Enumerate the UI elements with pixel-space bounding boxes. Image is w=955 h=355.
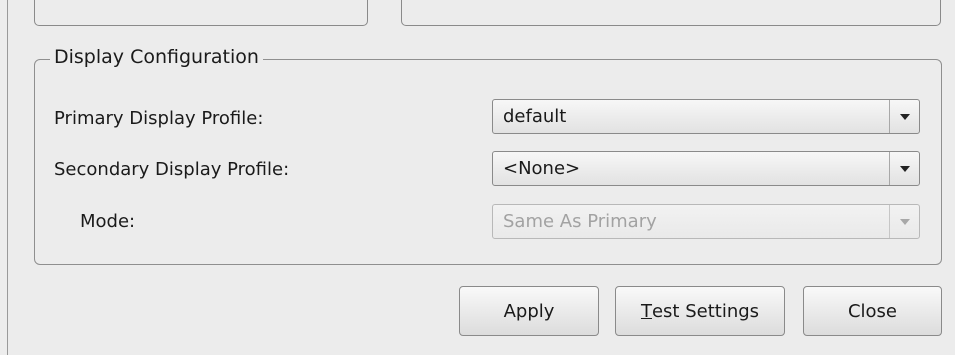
- primary-profile-select[interactable]: default: [492, 99, 920, 134]
- mode-dropdown-button: [889, 205, 919, 238]
- primary-profile-value: default: [503, 105, 567, 127]
- test-settings-button[interactable]: Test Settings: [615, 286, 785, 336]
- upper-right-panel: [401, 0, 941, 26]
- mode-label: Mode:: [80, 211, 136, 232]
- secondary-profile-select[interactable]: <None>: [492, 151, 920, 186]
- test-settings-label: est Settings: [651, 300, 760, 322]
- chevron-down-icon: [899, 165, 910, 172]
- mode-value: Same As Primary: [503, 210, 657, 232]
- apply-button[interactable]: Apply: [459, 286, 599, 336]
- close-button[interactable]: Close: [803, 286, 942, 336]
- primary-profile-label: Primary Display Profile:: [54, 108, 264, 129]
- secondary-profile-label: Secondary Display Profile:: [54, 159, 290, 180]
- chevron-down-icon: [899, 218, 910, 225]
- secondary-profile-value: <None>: [503, 157, 581, 179]
- window-frame-edge: [0, 0, 8, 355]
- primary-profile-dropdown-button[interactable]: [889, 100, 919, 133]
- display-configuration-title: Display Configuration: [50, 44, 263, 70]
- mode-select: Same As Primary: [492, 204, 920, 239]
- secondary-profile-dropdown-button[interactable]: [889, 152, 919, 185]
- upper-left-panel: [34, 0, 368, 26]
- dialog: Display Configuration Primary Display Pr…: [0, 0, 955, 355]
- chevron-down-icon: [899, 113, 910, 120]
- test-settings-mnemonic: T: [640, 300, 652, 322]
